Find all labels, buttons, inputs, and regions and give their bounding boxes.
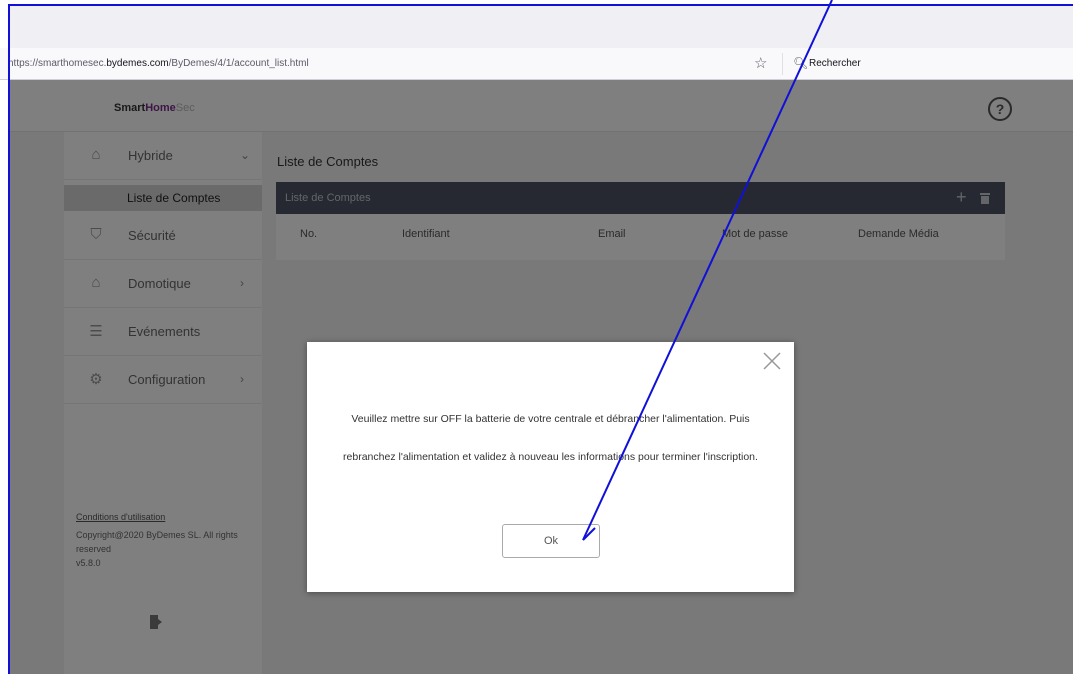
bookmark-star-icon[interactable]: ☆ xyxy=(754,54,767,72)
annotation-frame-top xyxy=(8,4,1073,6)
ok-button[interactable]: Ok xyxy=(502,524,600,558)
browser-search-box[interactable]: 🔍︎ Rechercher xyxy=(782,53,1073,75)
close-icon[interactable] xyxy=(761,350,783,372)
annotation-frame-left xyxy=(8,4,10,674)
search-icon: 🔍︎ xyxy=(793,56,809,70)
url-text[interactable]: https://smarthomesec.bydemes.com/ByDemes… xyxy=(8,58,309,69)
browser-tab-strip xyxy=(10,6,1073,48)
search-placeholder: Rechercher xyxy=(809,58,861,69)
dialog-message: Veuillez mettre sur OFF la batterie de v… xyxy=(343,413,758,463)
info-dialog: Veuillez mettre sur OFF la batterie de v… xyxy=(307,342,794,592)
browser-address-bar[interactable]: https://smarthomesec.bydemes.com/ByDemes… xyxy=(0,48,1073,80)
